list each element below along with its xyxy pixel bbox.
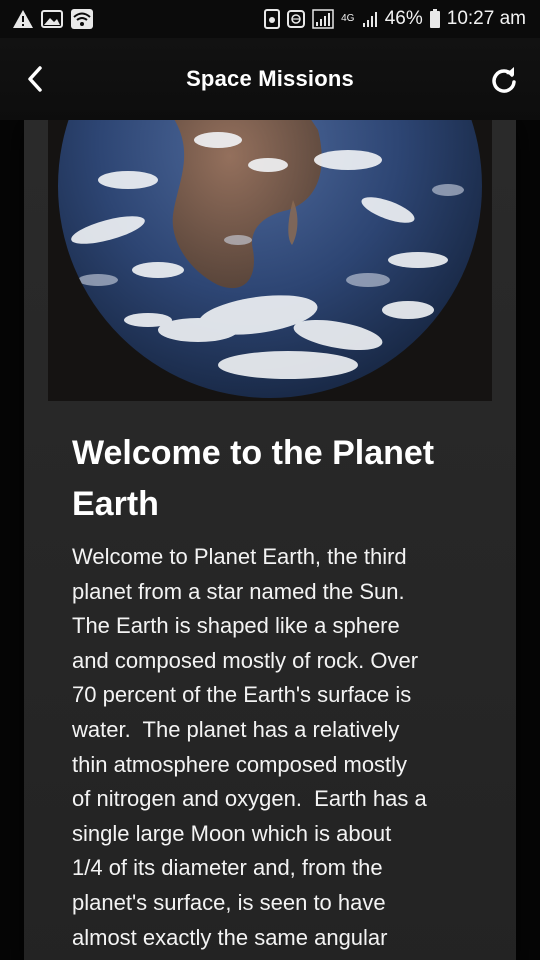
page-title: Space Missions [186, 66, 354, 91]
signal-icon [362, 9, 378, 29]
refresh-button[interactable] [488, 62, 520, 96]
status-bar: 4G 46% 10:27 am [0, 0, 540, 38]
status-notifications [12, 9, 94, 29]
signal-icon [311, 9, 334, 29]
article-body: Welcome to Planet Earth, the third plane… [72, 544, 427, 950]
earth-image [48, 120, 492, 401]
clock: 10:27 am [446, 8, 526, 29]
article-title: Welcome to the Planet Earth [72, 434, 435, 523]
app-screen: 4G 46% 10:27 am Space Missions Welcome t… [0, 0, 540, 960]
battery-percent: 46% [384, 8, 423, 29]
back-button[interactable] [20, 62, 50, 96]
warning-icon [12, 9, 34, 29]
image-icon [41, 9, 63, 29]
globe-icon [286, 9, 305, 29]
status-system: 4G 46% 10:27 am [263, 8, 526, 30]
battery-icon [429, 9, 440, 29]
chevron-left-icon [28, 66, 42, 92]
refresh-icon [492, 67, 516, 93]
app-header: Space Missions [0, 38, 540, 120]
network-type-label: 4G [341, 13, 355, 24]
wifi-icon [70, 9, 94, 29]
recycle-icon [263, 9, 280, 29]
